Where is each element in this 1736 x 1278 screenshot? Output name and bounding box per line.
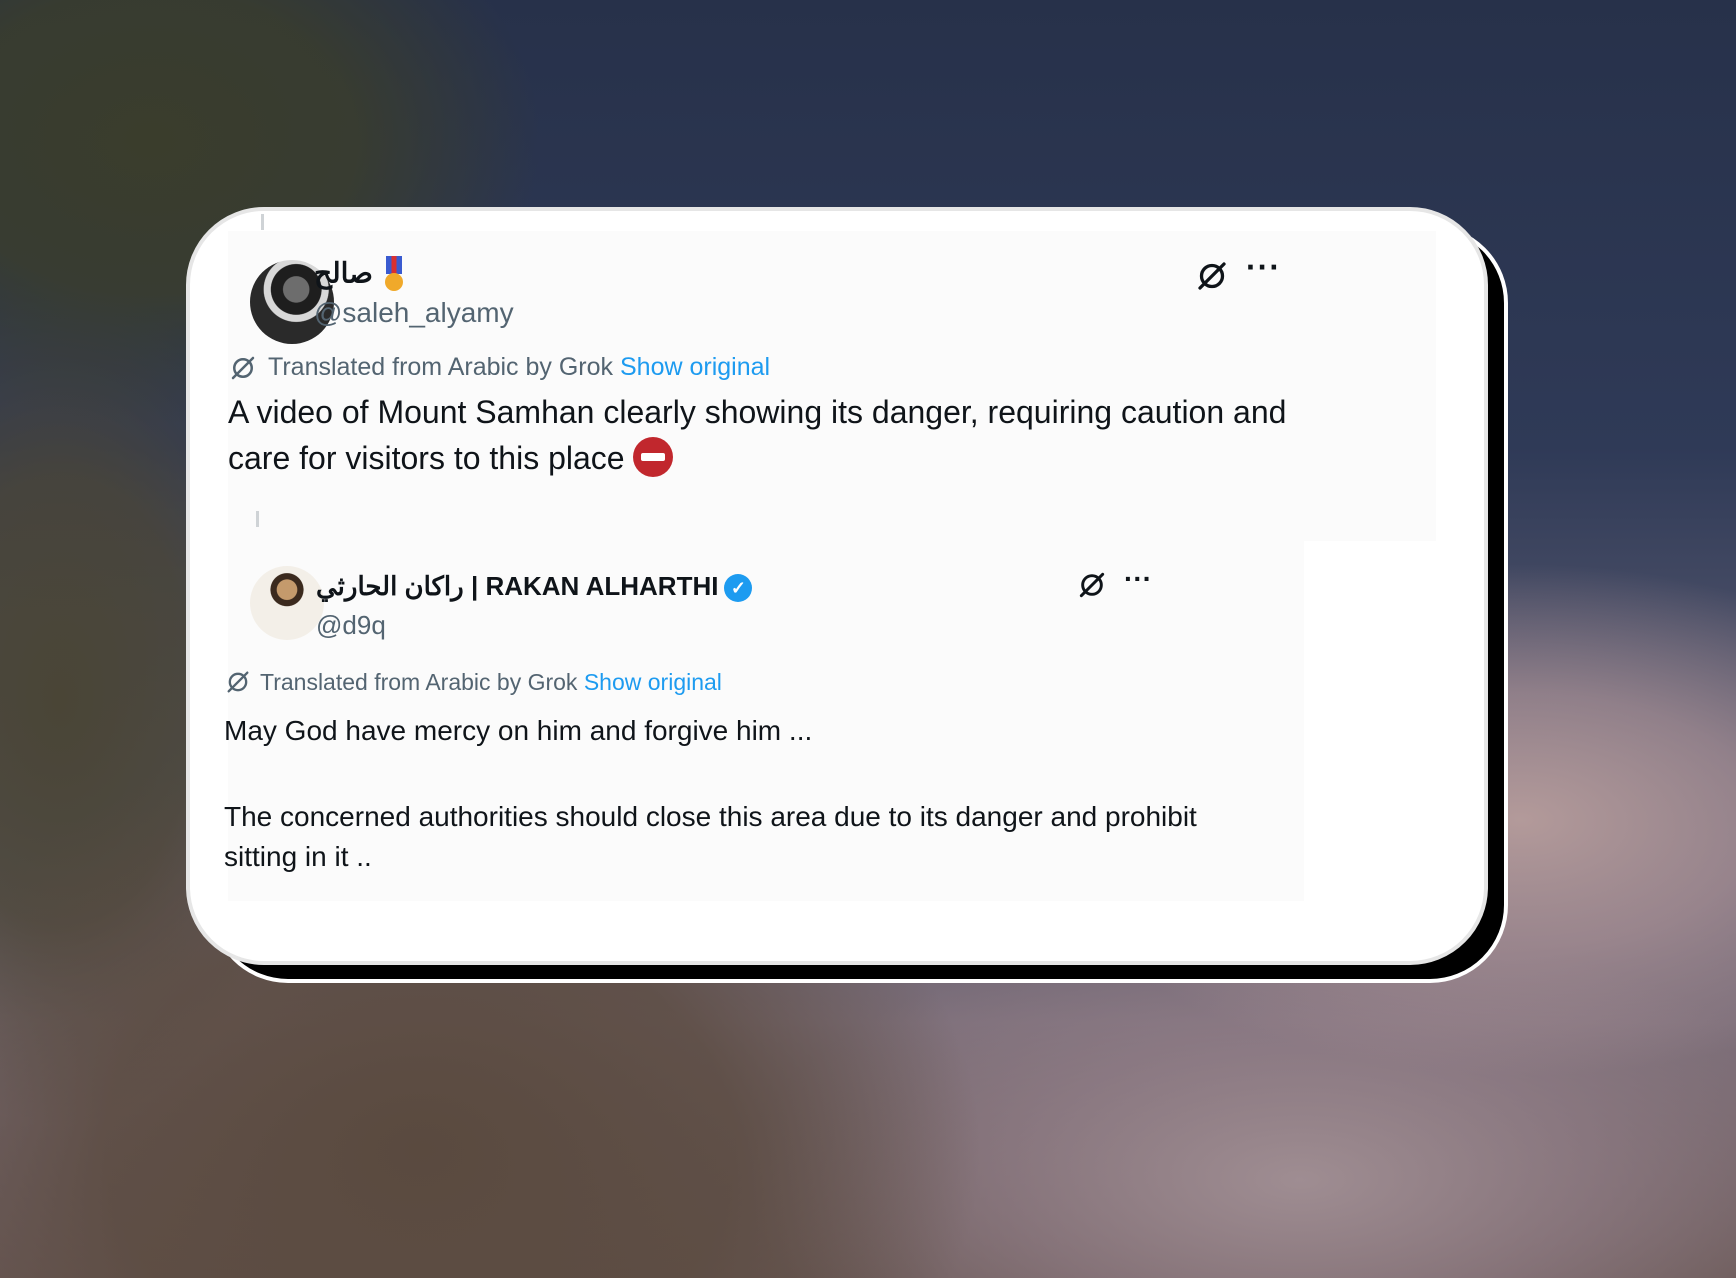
tweet-card: صالح @saleh_alyamy ··· Translated from A… xyxy=(186,207,1488,965)
thread-line xyxy=(261,214,264,230)
verified-badge-icon: ✓ xyxy=(724,574,753,603)
tweet-text-line: May God have mercy on him and forgive hi… xyxy=(224,715,813,746)
grok-icon xyxy=(231,356,255,380)
author-handle[interactable]: @d9q xyxy=(316,610,386,641)
translation-note: Translated from Arabic by Grok Show orig… xyxy=(260,669,722,695)
more-options-icon[interactable]: ··· xyxy=(1246,249,1281,286)
no-entry-icon xyxy=(632,436,673,477)
tweet-text-line: The concerned authorities should close t… xyxy=(224,801,1197,872)
grok-icon[interactable] xyxy=(1076,569,1108,601)
more-options-icon[interactable]: ··· xyxy=(1124,563,1152,595)
grok-icon[interactable] xyxy=(1194,258,1230,294)
thread-line xyxy=(256,511,259,527)
medal-icon xyxy=(383,256,405,294)
author-name[interactable]: راكان الحارثي | RAKAN ALHARTHI ✓ xyxy=(316,571,753,603)
grok-icon xyxy=(227,671,249,693)
author-handle[interactable]: @saleh_alyamy xyxy=(314,297,514,329)
translation-note: Translated from Arabic by Grok Show orig… xyxy=(268,353,771,381)
show-original-link[interactable]: Show original xyxy=(620,353,770,381)
author-name[interactable]: صالح xyxy=(314,256,405,294)
avatar[interactable] xyxy=(250,566,324,640)
show-original-link[interactable]: Show original xyxy=(584,669,722,695)
tweet-text: A video of Mount Samhan clearly showing … xyxy=(228,394,1287,477)
